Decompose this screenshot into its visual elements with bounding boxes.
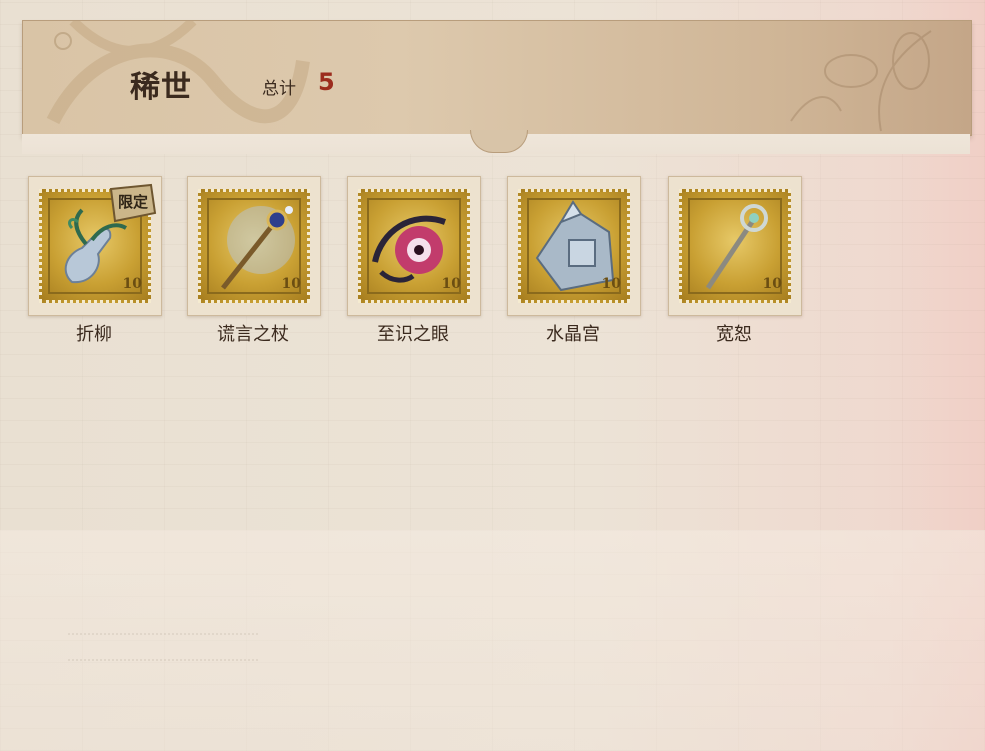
stamp-value: 10 bbox=[122, 276, 142, 292]
stamp-card[interactable]: 10 bbox=[347, 176, 481, 316]
stamp-value: 10 bbox=[762, 276, 782, 292]
collection-item[interactable]: 10 水晶宫 bbox=[507, 176, 641, 346]
collection-item[interactable]: 10 至识之眼 bbox=[347, 176, 481, 346]
limited-badge-label: 限定 bbox=[117, 193, 148, 211]
item-name: 至识之眼 bbox=[377, 324, 449, 345]
stamp-card[interactable]: 10 bbox=[668, 176, 802, 316]
item-name: 折柳 bbox=[76, 324, 112, 345]
stamp-card[interactable]: 10 bbox=[507, 176, 641, 316]
stamp-card[interactable]: 10 bbox=[187, 176, 321, 316]
total-count: 5 bbox=[318, 68, 335, 96]
stamp-card[interactable]: 10 限定 bbox=[28, 176, 162, 316]
stamp-value: 10 bbox=[601, 276, 621, 292]
category-title: 稀世 bbox=[130, 70, 192, 105]
total-label: 总计 bbox=[262, 79, 296, 99]
flower-ornament-icon bbox=[790, 30, 932, 132]
collection-item[interactable]: 10 谎言之杖 bbox=[187, 176, 321, 346]
item-name: 水晶宫 bbox=[546, 324, 600, 345]
item-name: 谎言之杖 bbox=[217, 324, 289, 345]
ruler-decoration bbox=[68, 633, 258, 661]
collection-item[interactable]: 10 限定 折柳 bbox=[28, 176, 162, 346]
stamp-value: 10 bbox=[281, 276, 301, 292]
collection-item[interactable]: 10 宽恕 bbox=[668, 176, 802, 346]
stamp: 10 bbox=[518, 189, 630, 303]
stamp-value: 10 bbox=[441, 276, 461, 292]
stamp: 10 bbox=[679, 189, 791, 303]
item-name: 宽恕 bbox=[716, 324, 752, 345]
stamp: 10 bbox=[198, 189, 310, 303]
stamp: 10 bbox=[358, 189, 470, 303]
